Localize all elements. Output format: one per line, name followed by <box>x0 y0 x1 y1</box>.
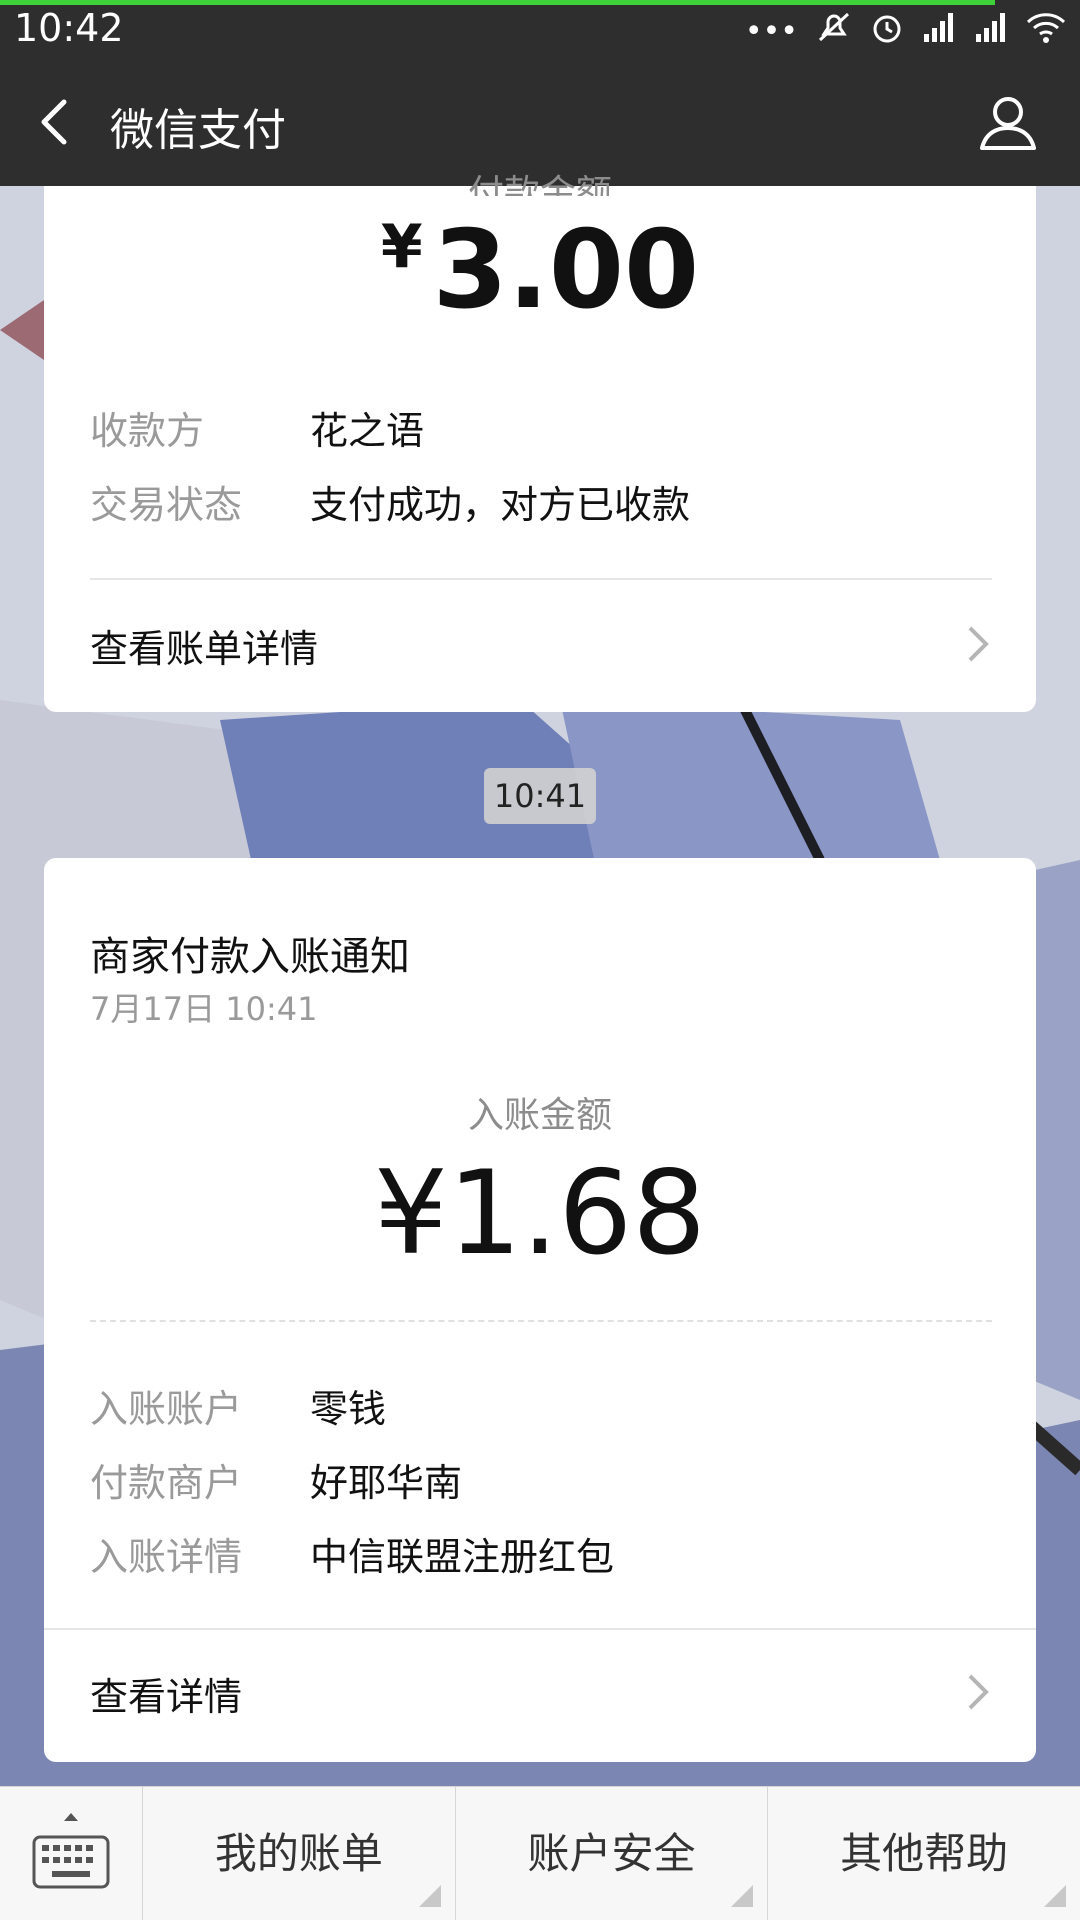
transaction-status-label: 交易状态 <box>90 483 243 527</box>
payee-value: 花之语 <box>310 409 425 453</box>
income-account-row: 入账账户 零钱 <box>90 1378 386 1433</box>
screen: 10:42 ••• 微信支付 付款金额 ¥3.00 收款方 花之语 交易状态 支… <box>0 0 1080 1920</box>
payment-amount: ¥3.00 <box>44 208 1036 333</box>
payment-amount-caption: 付款金额 <box>467 173 612 196</box>
paying-merchant-row: 付款商户 好耶华南 <box>90 1452 462 1507</box>
income-card: 商家付款入账通知 7月17日 10:41 入账金额 ¥1.68 入账账户 零钱 … <box>44 858 1036 1762</box>
income-account-value: 零钱 <box>310 1387 387 1431</box>
hd-signal-icon <box>974 10 1008 53</box>
time-separator: 10:41 <box>484 768 596 824</box>
income-details-label: 入账详情 <box>90 1535 243 1579</box>
wifi-icon <box>1026 10 1066 53</box>
payee-row: 收款方 花之语 <box>90 400 424 455</box>
menu-other-help-label: 其他帮助 <box>840 1829 1009 1878</box>
income-card-title: 商家付款入账通知 <box>90 934 410 980</box>
income-amount-caption: 入账金额 <box>467 1095 612 1136</box>
submenu-indicator-icon <box>731 1885 754 1907</box>
menu-other-help[interactable]: 其他帮助 <box>768 1787 1080 1920</box>
more-icon: ••• <box>744 13 798 49</box>
view-details-label: 查看详情 <box>90 1675 243 1719</box>
back-arrow-icon[interactable] <box>30 92 90 152</box>
status-icons: ••• <box>745 10 1066 53</box>
paying-merchant-label: 付款商户 <box>90 1461 243 1505</box>
keyboard-icon <box>32 1813 110 1889</box>
bottom-menu-bar: 我的账单 账户安全 其他帮助 <box>0 1786 1080 1920</box>
income-account-label: 入账账户 <box>90 1387 243 1431</box>
status-bar: 10:42 ••• <box>0 0 1080 56</box>
payee-label: 收款方 <box>90 409 205 453</box>
menu-my-bills-label: 我的账单 <box>214 1829 383 1878</box>
menu-my-bills[interactable]: 我的账单 <box>143 1787 456 1920</box>
transaction-status-value: 支付成功，对方已收款 <box>310 483 691 527</box>
menu-account-security[interactable]: 账户安全 <box>456 1787 769 1920</box>
signal-icon <box>922 10 956 53</box>
mute-icon <box>816 10 852 53</box>
chevron-right-icon <box>968 626 989 662</box>
view-bill-details-link[interactable]: 查看账单详情 <box>90 618 992 673</box>
payment-amount-value: 3.00 <box>432 208 700 333</box>
menu-account-security-label: 账户安全 <box>527 1829 696 1878</box>
paying-merchant-value: 好耶华南 <box>310 1461 463 1505</box>
income-card-date: 7月17日 10:41 <box>90 990 318 1028</box>
divider <box>90 578 992 580</box>
submenu-indicator-icon <box>1044 1885 1067 1907</box>
alarm-icon <box>870 10 904 53</box>
submenu-indicator-icon <box>418 1885 441 1907</box>
income-details-row: 入账详情 中信联盟注册红包 <box>90 1526 614 1581</box>
dashed-divider <box>90 1320 992 1322</box>
page-load-progress <box>0 0 995 5</box>
nav-title: 微信支付 <box>110 105 286 156</box>
income-details-value: 中信联盟注册红包 <box>310 1535 615 1579</box>
view-bill-details-label: 查看账单详情 <box>90 627 319 671</box>
status-time: 10:42 <box>14 6 124 50</box>
chevron-right-icon <box>968 1674 989 1710</box>
keyboard-toggle-button[interactable] <box>0 1787 143 1920</box>
currency-symbol: ¥ <box>380 212 423 282</box>
user-icon[interactable] <box>976 90 1040 154</box>
divider <box>44 1628 1036 1630</box>
view-details-link[interactable]: 查看详情 <box>90 1666 992 1721</box>
payment-card: 付款金额 ¥3.00 收款方 花之语 交易状态 支付成功，对方已收款 查看账单详… <box>44 173 1036 712</box>
transaction-status-row: 交易状态 支付成功，对方已收款 <box>90 474 690 529</box>
income-amount: ¥1.68 <box>373 1146 707 1281</box>
